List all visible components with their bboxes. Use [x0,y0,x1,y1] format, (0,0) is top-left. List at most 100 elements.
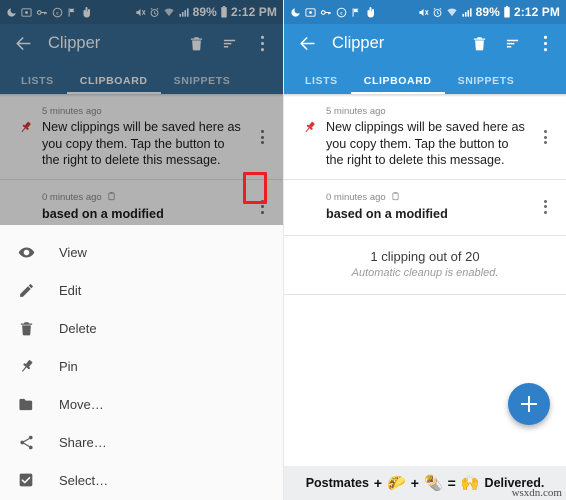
overflow-dots [543,199,547,214]
row-overflow-icon[interactable] [532,124,558,150]
burrito-emoji-icon: 🌯 [423,474,443,492]
right-phone-panel: c 89% 2:12 PM Clipper LISTS CLIPBOARD SN… [283,0,566,500]
back-arrow-icon[interactable] [294,30,320,56]
clipping-meta: 5 minutes ago [326,106,528,117]
clipping-text: based on a modified [326,206,448,221]
status-bar: c 89% 2:12 PM [284,0,566,24]
taco-emoji-icon: 🌮 [387,474,406,492]
pin-indicator [292,106,326,135]
tab-clipboard[interactable]: CLIPBOARD [350,75,445,94]
back-arrow-icon[interactable] [10,30,36,56]
flag-icon [67,7,77,18]
clipping-meta: 0 minutes ago [42,191,245,204]
tab-lists[interactable]: LISTS [292,75,351,94]
ad-plus-2: + [410,475,419,491]
overflow-menu-icon[interactable] [534,32,556,54]
clipping-time: 5 minutes ago [326,106,386,117]
menu-item-pin[interactable]: Pin [0,347,283,385]
left-phone-panel: c 89% 2:12 PM Clipper LISTS CLIPBOARD SN… [0,0,283,500]
raised-hands-emoji-icon: 🙌 [460,474,480,492]
watermark: wsxdn.com [511,487,562,499]
mute-icon [418,7,429,18]
menu-item-label: Share… [59,434,107,450]
sort-icon[interactable] [218,32,240,54]
sort-icon[interactable] [501,32,523,54]
key-icon [36,7,48,18]
status-bar-left-icons: c [6,6,135,19]
app-toolbar: Clipper [284,24,566,62]
svg-text:c: c [56,10,59,16]
signal-icon [178,7,190,18]
tab-snippets[interactable]: SNIPPETS [161,75,244,94]
tab-snippets-label: SNIPPETS [457,75,515,87]
do-not-disturb-icon [6,7,17,18]
toolbar-actions [468,32,556,54]
context-menu: View Edit Delete Pin Move… Share… Select… [0,225,283,500]
screenshot-icon [21,7,32,18]
cleanup-note: Automatic cleanup is enabled. [351,267,499,280]
battery-percent: 89% [475,5,500,19]
copyright-icon: c [52,7,63,18]
page-title: Clipper [48,33,101,52]
ad-plus-1: + [373,475,383,491]
overflow-dots [543,130,547,145]
menu-item-label: Delete [59,320,97,336]
pin-indicator [8,106,42,135]
menu-item-label: Edit [59,282,82,298]
menu-item-edit[interactable]: Edit [0,271,283,309]
clipping-meta: 0 minutes ago [326,191,528,204]
signal-icon [461,7,473,18]
tab-bar: LISTS CLIPBOARD SNIPPETS [0,62,283,94]
wifi-icon [446,7,458,18]
row-overflow-icon[interactable] [249,124,275,150]
highlight-annotation-box [243,172,267,204]
menu-item-select[interactable]: Select… [0,461,283,499]
overflow-menu-icon[interactable] [251,32,273,54]
clipping-content: 0 minutes ago based on a modified [42,191,249,223]
svg-text:c: c [340,10,343,16]
clock: 2:12 PM [513,5,560,19]
tab-lists-label: LISTS [21,75,54,87]
do-not-disturb-icon [290,7,301,18]
menu-item-view[interactable]: View [0,233,283,271]
folder-icon [14,392,38,416]
clipboard-icon [391,191,400,204]
table-row[interactable]: 5 minutes ago New clippings will be save… [284,97,566,180]
menu-item-label: Pin [59,358,78,374]
menu-item-delete[interactable]: Delete [0,309,283,347]
clipping-list: 5 minutes ago New clippings will be save… [0,97,283,237]
delete-icon[interactable] [185,32,207,54]
clipping-text: based on a modified [42,206,164,221]
table-row[interactable]: 5 minutes ago New clippings will be save… [0,97,283,180]
status-bar-right-icons: 89% 2:12 PM [418,5,560,19]
clipping-meta: 5 minutes ago [42,106,245,117]
tab-clipboard[interactable]: CLIPBOARD [66,75,161,94]
add-clipping-fab[interactable] [508,383,550,425]
row-overflow-icon[interactable] [532,194,558,220]
clipping-text: New clippings will be saved here as you … [42,120,241,168]
screenshot-icon [305,7,316,18]
app-toolbar: Clipper [0,24,283,62]
clipping-count-block: 1 clipping out of 20 Automatic cleanup i… [284,236,566,296]
pointer-hand-icon [81,6,93,19]
tab-clipboard-label: CLIPBOARD [79,75,148,87]
status-bar-right-icons: 89% 2:12 PM [135,5,277,19]
menu-item-label: Select… [59,472,109,488]
eye-icon [14,240,38,264]
clipping-time: 0 minutes ago [42,191,102,203]
tab-snippets-label: SNIPPETS [173,75,231,87]
menu-item-share[interactable]: Share… [0,423,283,461]
clipboard-icon [107,191,116,204]
ad-banner[interactable]: Postmates + 🌮 + 🌯 = 🙌 Delivered. wsxdn.c… [284,466,566,500]
alarm-icon [149,7,160,18]
tab-lists[interactable]: LISTS [8,75,67,94]
clipping-time: 5 minutes ago [42,106,102,117]
clipping-time: 0 minutes ago [326,191,386,203]
menu-item-move[interactable]: Move… [0,385,283,423]
table-row[interactable]: 0 minutes ago based on a modified [284,180,566,237]
delete-icon[interactable] [468,32,490,54]
pointer-hand-icon [365,6,377,19]
tab-snippets[interactable]: SNIPPETS [445,75,528,94]
battery-icon [503,6,511,18]
ad-equals: = [447,475,456,491]
